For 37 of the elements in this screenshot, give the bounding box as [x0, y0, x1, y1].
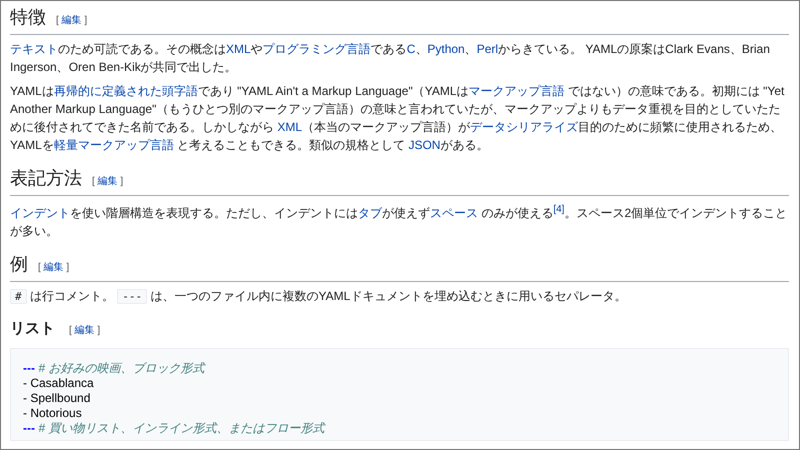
inline-code: ---: [117, 289, 148, 304]
section-heading: 例: [10, 253, 28, 276]
link[interactable]: Python: [427, 42, 465, 56]
link[interactable]: 再帰的に定義された頭字語: [54, 84, 198, 98]
code-line: - Spellbound: [23, 391, 90, 405]
code-comment: # お好みの映画、ブロック形式: [38, 361, 204, 375]
paragraph: YAMLは再帰的に定義された頭字語であり "YAML Ain't a Markup Language"（YAMLはマークアップ言語 ではない）の意味である。初期には "Yet Another Markup Language"（もうひとつ別のマークアップ言語）の意味と言われていたが、マークアップよりもデータ重視を目的としていたために後付されてできた名前である。しかしながら XML（本当のマークアップ言語）がデータシリアライズ目的のために頻繁に使用されるため、 YAMLを軽量マークアップ言語 と考えることもできる。類似の規格として JSONがある。: [10, 83, 786, 154]
edit-link[interactable]: [ 編集 ]: [92, 170, 124, 194]
edit-link[interactable]: [ 編集 ]: [38, 256, 70, 280]
link[interactable]: 軽量マークアップ言語: [54, 138, 174, 152]
link[interactable]: インデント: [10, 206, 70, 220]
link[interactable]: スペース: [430, 206, 478, 220]
link[interactable]: Perl: [476, 42, 498, 56]
document-separator: ---: [23, 361, 35, 375]
section-heading: 特徴: [10, 6, 46, 29]
link[interactable]: テキスト: [10, 42, 58, 56]
code-line: - Casablanca: [23, 376, 94, 390]
section-heading: 表記方法: [10, 167, 82, 190]
inline-code: #: [10, 289, 27, 304]
edit-link[interactable]: [ 編集 ]: [69, 320, 100, 342]
paragraph: テキスト のため可読である。その概念はXMLやプログラミング言語であるC、Python、Perlからきている。 YAMLの原案はClark Evans、Brian Ingerson、Oren Ben-Kikが共同で出した。: [10, 41, 771, 76]
edit-link[interactable]: [ 編集 ]: [56, 9, 88, 33]
link[interactable]: XML: [277, 120, 302, 134]
link[interactable]: データシリアライズ: [470, 120, 578, 134]
link[interactable]: プログラミング言語: [262, 42, 371, 56]
reference-link[interactable]: [4]: [553, 204, 564, 215]
link[interactable]: マークアップ言語: [468, 84, 564, 98]
subsection-heading: リスト: [10, 319, 55, 339]
paragraph: # は行コメント。 --- は、一つのファイル内に複数のYAMLドキュメントを埋め込むときに用いるセパレータ。: [10, 287, 789, 306]
code-line: - Notorious: [23, 406, 82, 420]
code-comment: # 買い物リスト、インライン形式、またはフロー形式: [38, 421, 324, 435]
link[interactable]: JSON: [408, 138, 440, 152]
link[interactable]: XML: [226, 42, 251, 56]
link[interactable]: タブ: [358, 206, 382, 220]
paragraph: インデント を使い階層構造を表現する。ただし、インデントには タブが使えずスペース のみが使える$^{[4]}$。スペース2個単位でインデントすることが多い。: [10, 203, 788, 240]
link[interactable]: C: [406, 42, 416, 56]
document-separator: ---: [23, 421, 35, 435]
